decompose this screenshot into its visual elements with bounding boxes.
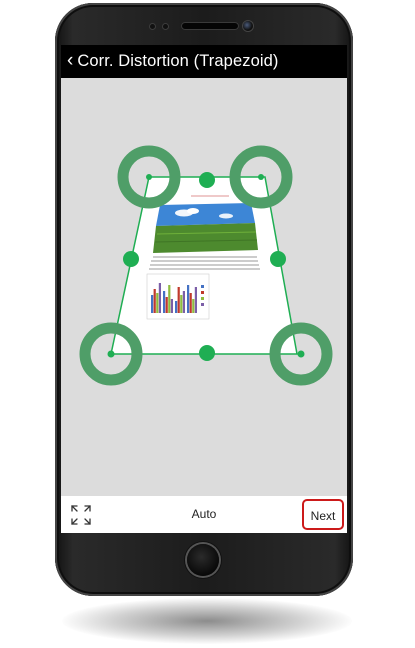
thumbnail-bar [187,285,190,313]
thumbnail-bar [156,293,159,313]
thumbnail-legend-swatch [201,291,204,294]
distortion-editor-canvas [79,145,333,386]
chevron-left-icon: ‹ [67,50,74,71]
edge-handle-left[interactable] [123,251,139,267]
sensor-dot [163,24,168,29]
home-button[interactable] [187,544,219,576]
thumbnail-bar [158,283,161,313]
thumbnail-bar [151,295,154,313]
expand-arrows-icon [71,505,91,525]
thumbnail-bar [189,293,192,313]
thumbnail-bar [180,295,183,313]
front-camera [243,21,253,31]
phone-screen: ‹ Corr. Distortion (Trapezoid) Auto Next [61,45,347,533]
document-chart-thumbnail [146,273,210,320]
bottom-toolbar: Auto Next [61,496,347,533]
auto-button[interactable]: Auto [181,496,227,533]
thumbnail-bar [177,287,180,313]
edge-handle-bottom[interactable] [199,345,215,361]
thumbnail-legend-swatch [201,285,204,288]
next-button[interactable]: Next [302,499,344,530]
thumbnail-bar [165,297,168,313]
fit-to-frame-button[interactable] [69,503,93,527]
thumbnail-bar [168,285,171,313]
thumbnail-bar [182,291,185,313]
thumbnail-legend-swatch [201,303,204,306]
document-photo [153,203,258,253]
title-bar: ‹ Corr. Distortion (Trapezoid) [61,45,347,78]
thumbnail-bar [163,291,166,313]
back-button[interactable]: ‹ Corr. Distortion (Trapezoid) [61,45,279,78]
thumbnail-legend-swatch [201,297,204,300]
phone-shadow [62,598,352,644]
thumbnail-bar [194,287,197,313]
thumbnail-bar [192,299,195,313]
earpiece-speaker [181,22,239,30]
page-title: Corr. Distortion (Trapezoid) [77,52,279,70]
edge-handle-right[interactable] [270,251,286,267]
thumbnail-bar [175,301,178,313]
edge-handle-top[interactable] [199,172,215,188]
thumbnail-bar [153,289,156,313]
thumbnail-bar [170,299,173,313]
sensor-dot [150,24,155,29]
